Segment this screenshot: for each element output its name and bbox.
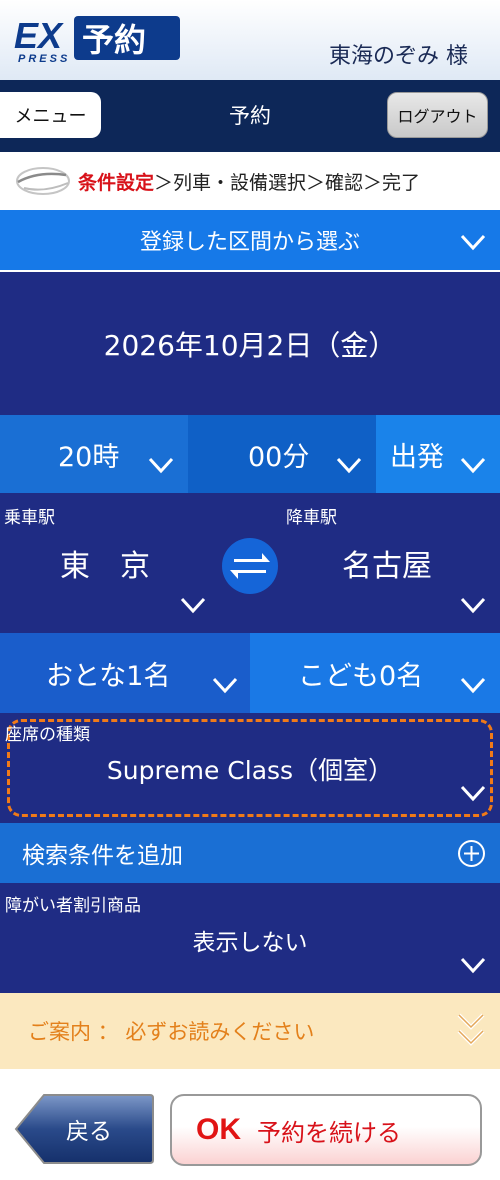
chevron-down-icon [460,783,486,803]
chevron-down-icon [460,955,486,975]
time-row: 20時 00分 出発 [0,415,500,493]
double-chevron-down-icon [457,1013,485,1046]
from-station-value: 東 京 [60,549,150,584]
chevron-down-icon [460,232,486,252]
progress-steps: 条件設定＞列車・設備選択＞確認＞完了 [0,152,500,210]
chevron-down-icon [148,455,174,475]
departure-mode-select[interactable]: 出発 [376,415,500,493]
adult-count-value: おとな1名 [46,660,171,692]
seat-type-label: 座席の種類 [5,725,90,745]
date-selector[interactable]: 2026年10月2日（金） [0,272,500,415]
logout-button[interactable]: ログアウト [387,92,488,138]
to-station-value: 名古屋 [342,549,432,584]
seat-type-select[interactable]: 座席の種類 Supreme Class（個室） [0,713,500,823]
notice-label: ご案内 ： 必ずお読みください [28,1020,315,1044]
child-count-select[interactable]: こども0名 [250,633,500,713]
continue-reservation-label: 予約を続ける [257,1118,401,1147]
minute-value: 00分 [248,441,310,473]
svg-text:EX: EX [14,15,64,56]
back-label: 戻る [66,1119,112,1145]
seat-type-value: Supreme Class（個室） [106,756,394,785]
user-name: 東海のぞみ 様 [329,44,468,69]
ex-press-logo: EX 予約 PRESS [14,15,180,65]
chevron-down-icon [460,455,486,475]
chevron-down-icon [180,595,206,615]
app-header: EX 予約 PRESS 東海のぞみ 様 [0,0,500,80]
saved-routes-dropdown[interactable]: 登録した区間から選ぶ [0,210,500,270]
swap-arrows-icon [230,553,270,579]
svg-text:予約: 予約 [82,21,146,59]
chevron-down-icon [336,455,362,475]
notice-expander[interactable]: ご案内 ： 必ずお読みください [0,993,500,1069]
discount-select[interactable]: 障がい者割引商品 表示しない [0,883,500,993]
adult-count-select[interactable]: おとな1名 [0,633,250,713]
from-station-label: 乗車駅 [4,508,55,528]
swap-stations-button[interactable] [222,538,278,594]
from-station-select[interactable]: 乗車駅 東 京 [0,493,222,633]
child-count-value: こども0名 [298,660,424,692]
saved-routes-label: 登録した区間から選ぶ [139,230,360,255]
add-search-options-label: 検索条件を追加 [22,843,183,869]
hour-select[interactable]: 20時 [0,415,188,493]
navbar: メニュー 予約 ログアウト [0,80,500,152]
chevron-down-icon [460,675,486,695]
passenger-row: おとな1名 こども0名 [0,633,500,713]
ok-word: OK [196,1113,241,1146]
minute-select[interactable]: 00分 [188,415,376,493]
discount-label: 障がい者割引商品 [5,896,141,916]
steps-text: 条件設定＞列車・設備選択＞確認＞完了 [78,168,420,195]
chevron-down-icon [212,675,238,695]
step-active: 条件設定 [78,171,155,194]
continue-reservation-button[interactable]: OK 予約を続ける [170,1094,482,1166]
add-search-options-button[interactable]: 検索条件を追加 [0,823,500,883]
to-station-label: 降車駅 [286,508,337,528]
step-rest: ＞列車・設備選択＞確認＞完了 [154,171,421,194]
discount-value: 表示しない [192,930,308,956]
shinkansen-icon [16,167,70,195]
chevron-down-icon [460,595,486,615]
departure-mode-value: 出発 [390,442,444,473]
back-button[interactable]: 戻る [14,1092,154,1166]
logo-sub: PRESS [18,53,70,65]
plus-circle-icon [458,840,485,867]
hour-value: 20時 [58,441,120,473]
date-value: 2026年10月2日（金） [103,328,397,362]
to-station-select[interactable]: 降車駅 名古屋 [278,493,500,633]
